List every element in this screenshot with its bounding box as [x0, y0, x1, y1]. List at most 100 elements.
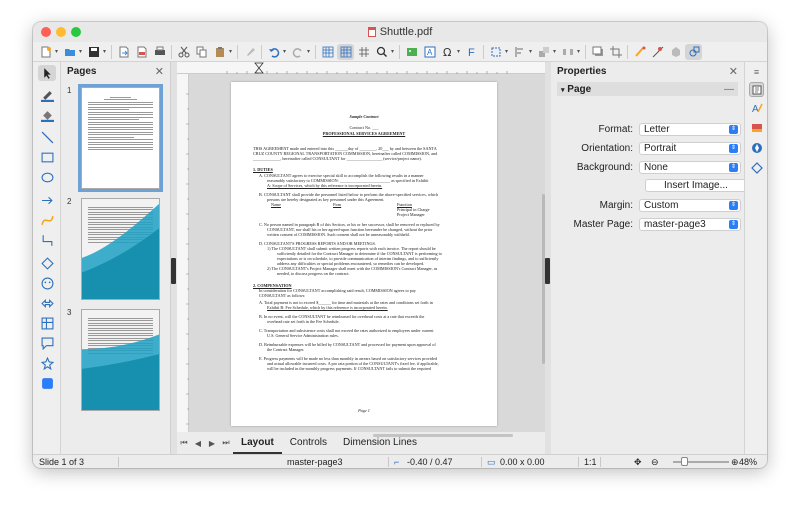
cut-icon[interactable]: [175, 44, 192, 60]
collapse-handle-right[interactable]: [545, 258, 550, 284]
crop-icon[interactable]: [607, 44, 624, 60]
page-thumbnail-1[interactable]: [78, 84, 163, 192]
helplines-icon[interactable]: [355, 44, 372, 60]
zoom-in-icon[interactable]: ⊕: [731, 457, 739, 468]
export-pdf-icon[interactable]: [133, 44, 150, 60]
shadow-icon[interactable]: [589, 44, 606, 60]
rectangle-tool-icon[interactable]: [38, 149, 56, 165]
page-thumbnail-2[interactable]: [81, 198, 160, 300]
glue-points-icon[interactable]: [649, 44, 666, 60]
next-tab-icon[interactable]: ▶: [205, 439, 219, 448]
flowchart-icon[interactable]: [38, 315, 56, 331]
basic-shapes-icon[interactable]: [38, 255, 56, 271]
close-properties-icon[interactable]: ✕: [729, 65, 738, 78]
background-select[interactable]: None ⇕: [639, 161, 741, 174]
grid-icon[interactable]: [319, 44, 336, 60]
collapse-handle-left[interactable]: [171, 258, 176, 284]
title-bar: Shuttle.pdf: [33, 22, 767, 42]
undo-icon[interactable]: [265, 44, 282, 60]
minimize-window-button[interactable]: [56, 27, 66, 37]
first-tab-icon[interactable]: ⏮: [177, 438, 191, 448]
select-arrow-icon[interactable]: [38, 65, 56, 81]
svg-text:F: F: [468, 47, 475, 58]
points-icon[interactable]: [631, 44, 648, 60]
fit-page-icon[interactable]: ✥: [634, 457, 642, 468]
callout-shapes-icon[interactable]: [38, 335, 56, 351]
doc-line: A: Scope of Services, which by this refe…: [267, 183, 383, 188]
sidebar-deck: ≡ A: [744, 62, 767, 454]
doc-line: CONSULTANT as follows:: [259, 293, 306, 298]
tab-controls[interactable]: Controls: [282, 432, 335, 454]
vertical-ruler[interactable]: [177, 74, 189, 432]
document-page[interactable]: Sample Contract Contract No. ___ PROFESS…: [231, 82, 497, 426]
export-icon[interactable]: [115, 44, 132, 60]
margin-select[interactable]: Custom ⇕: [639, 199, 741, 212]
navigator-deck-icon[interactable]: [749, 140, 764, 155]
transformations-icon[interactable]: [487, 44, 504, 60]
show-draw-functions-icon[interactable]: [685, 43, 702, 60]
open-folder-icon[interactable]: [61, 44, 78, 60]
close-window-button[interactable]: [41, 27, 51, 37]
symbol-shapes-icon[interactable]: [38, 275, 56, 291]
shapes-deck-icon[interactable]: [749, 160, 764, 175]
ellipse-tool-icon[interactable]: [38, 169, 56, 185]
line-tool-icon[interactable]: [38, 129, 56, 145]
doc-footer: Page 1: [358, 408, 370, 413]
toggle-extrusion-icon[interactable]: [667, 44, 684, 60]
insert-textbox-icon[interactable]: A: [421, 44, 438, 60]
page-section-header[interactable]: ▾ Page —: [557, 82, 738, 96]
horizontal-ruler[interactable]: [177, 62, 548, 74]
stars-icon[interactable]: [38, 355, 56, 371]
styles-deck-icon[interactable]: A: [749, 100, 764, 115]
close-pages-panel-icon[interactable]: ✕: [155, 65, 164, 78]
fontwork-icon[interactable]: F: [463, 44, 480, 60]
paste-icon[interactable]: [211, 44, 228, 60]
svg-text:Ω: Ω: [443, 46, 451, 58]
gallery-deck-icon[interactable]: [749, 120, 764, 135]
zoom-slider-knob[interactable]: [681, 457, 688, 466]
insert-image-icon[interactable]: [403, 44, 420, 60]
background-label: Background:: [576, 162, 633, 173]
zoom-level[interactable]: 48%: [739, 457, 757, 467]
status-bar: Slide 1 of 3 master-page3 ⌐ -0.40 / 0.47…: [33, 454, 767, 468]
sidebar-menu-icon[interactable]: ≡: [749, 64, 764, 79]
line-color-icon[interactable]: [38, 87, 56, 103]
save-icon[interactable]: [85, 44, 102, 60]
document-canvas[interactable]: Sample Contract Contract No. ___ PROFESS…: [189, 74, 548, 432]
window-title: Shuttle.pdf: [379, 26, 433, 38]
grid-snap-icon[interactable]: [337, 43, 354, 60]
select-arrows-icon: ⇕: [729, 125, 738, 134]
insert-image-button[interactable]: Insert Image...: [645, 179, 747, 192]
horizontal-scrollbar[interactable]: [373, 434, 513, 437]
arrange-icon[interactable]: [535, 44, 552, 60]
doc-contract-no: Contract No. ___: [349, 125, 379, 130]
redo-icon[interactable]: [289, 44, 306, 60]
orientation-select[interactable]: Portrait ⇕: [639, 142, 741, 155]
properties-deck-icon[interactable]: [749, 82, 764, 97]
prev-tab-icon[interactable]: ◀: [191, 439, 205, 448]
fill-color-icon[interactable]: [38, 107, 56, 123]
format-select[interactable]: Letter ⇕: [639, 123, 741, 136]
distribute-icon[interactable]: [559, 44, 576, 60]
connector-tool-icon[interactable]: [38, 232, 56, 248]
print-icon[interactable]: [151, 44, 168, 60]
3d-objects-icon[interactable]: [38, 375, 56, 391]
select-arrows-icon: ⇕: [729, 220, 738, 229]
zoom-out-icon[interactable]: ⊖: [651, 457, 659, 468]
master-page-select[interactable]: master-page3 ⇕: [639, 218, 741, 231]
last-tab-icon[interactable]: ⏭: [219, 438, 233, 448]
arrow-line-icon[interactable]: [38, 192, 56, 208]
clone-formatting-icon[interactable]: [241, 44, 258, 60]
zoom-pan-icon[interactable]: [373, 44, 390, 60]
page-thumbnail-3[interactable]: [81, 309, 160, 411]
tab-layout[interactable]: Layout: [233, 432, 282, 454]
copy-icon[interactable]: [193, 44, 210, 60]
align-icon[interactable]: [511, 44, 528, 60]
zoom-window-button[interactable]: [71, 27, 81, 37]
cursor-position: -0.40 / 0.47: [407, 457, 453, 467]
curve-tool-icon[interactable]: [38, 212, 56, 228]
new-document-icon[interactable]: [37, 44, 54, 60]
properties-title: Properties: [557, 65, 607, 77]
special-character-icon[interactable]: Ω: [439, 44, 456, 60]
block-arrows-icon[interactable]: [38, 295, 56, 311]
